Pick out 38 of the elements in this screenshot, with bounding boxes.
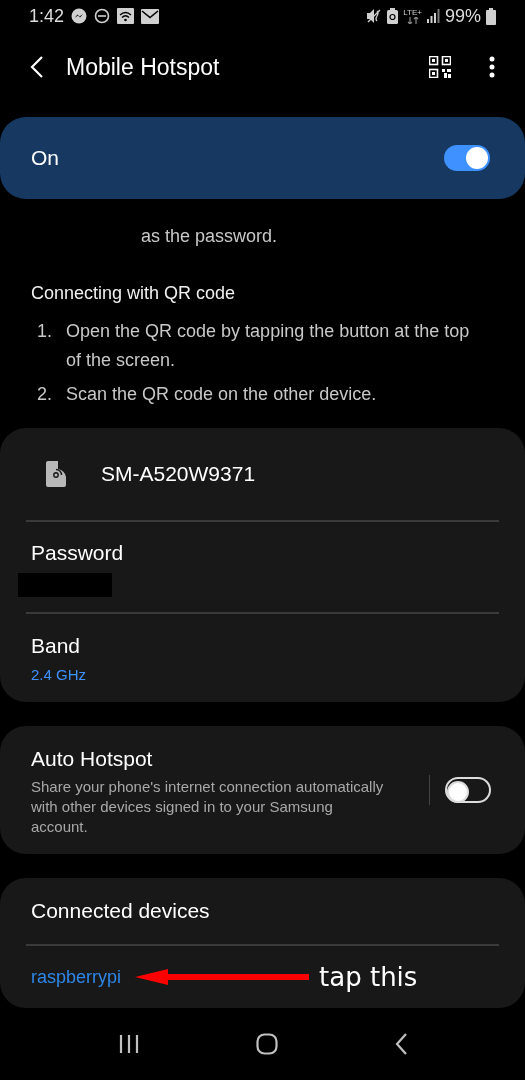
- network-name: SM-A520W9371: [101, 461, 256, 488]
- data-arrows-icon: [406, 16, 419, 24]
- device-link[interactable]: raspberrypi: [31, 963, 122, 991]
- step-number: 1.: [37, 320, 53, 343]
- hotspot-device-icon: [44, 461, 68, 487]
- setting-title: Auto Hotspot: [31, 746, 154, 773]
- network-type-label: LTE+: [403, 8, 422, 17]
- step-number: 2.: [37, 383, 53, 406]
- toggle-switch[interactable]: [445, 777, 491, 803]
- vibrate-mute-icon: [366, 8, 383, 24]
- home-icon[interactable]: [255, 1033, 278, 1055]
- band-value: 2.4 GHz: [31, 664, 88, 685]
- password-setting[interactable]: Password: [18, 522, 507, 612]
- mail-icon: [141, 8, 160, 24]
- battery-icon: [486, 7, 496, 25]
- wifi-calling-icon: [117, 8, 135, 24]
- qr-code-icon[interactable]: [429, 56, 451, 78]
- section-heading: Connecting with QR code: [30, 282, 237, 305]
- signal-icon: [426, 9, 440, 23]
- annotation-text: tap this: [319, 960, 418, 994]
- status-time: 1:42: [29, 4, 65, 28]
- band-setting[interactable]: Band 2.4 GHz: [26, 614, 499, 702]
- screen-title: Mobile Hotspot: [66, 52, 221, 82]
- cut-off-text: as the password.: [140, 225, 279, 248]
- back-icon[interactable]: [394, 1033, 407, 1055]
- messenger-icon: [71, 8, 88, 24]
- battery-saver-icon: [387, 8, 399, 24]
- setting-description: Share your phone's internet connection automatically with other devices signed in to your Samsung account.: [31, 776, 385, 837]
- toggle-switch[interactable]: [444, 145, 490, 171]
- master-switch-bar[interactable]: On: [0, 117, 525, 199]
- section-heading: Connected devices: [30, 898, 211, 925]
- step-text: Scan the QR code on the other device.: [66, 383, 377, 406]
- recent-apps-icon[interactable]: [118, 1034, 139, 1054]
- battery-percent: 99%: [444, 4, 481, 28]
- more-options-icon[interactable]: [489, 56, 495, 78]
- do-not-disturb-icon: [94, 8, 111, 24]
- back-button[interactable]: [30, 56, 44, 78]
- step-text: Open the QR code by tapping the button at the top of the screen.: [66, 320, 471, 372]
